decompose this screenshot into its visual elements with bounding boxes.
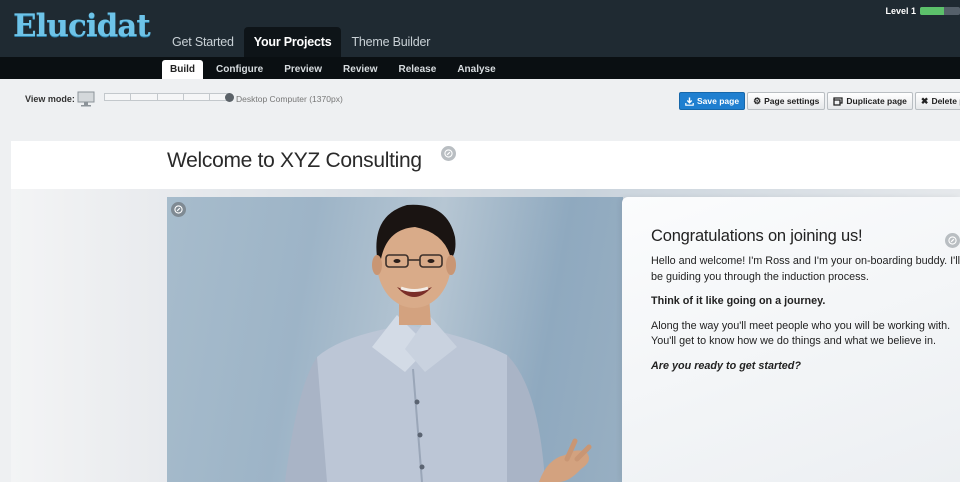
card-paragraph-3: Along the way you'll meet people who you…	[651, 319, 951, 348]
duplicate-page-label: Duplicate page	[846, 96, 907, 106]
edit-photo-icon[interactable]	[171, 202, 186, 217]
app-logo[interactable]: Elucidat	[13, 8, 151, 44]
page-settings-label: Page settings	[764, 96, 820, 106]
save-page-label: Save page	[697, 96, 740, 106]
view-mode-slider[interactable]	[104, 93, 230, 101]
editor-toolbar: View mode: Desktop Computer (1370px) Sav…	[0, 79, 960, 120]
page-title[interactable]: Welcome to XYZ Consulting	[167, 149, 422, 173]
download-icon	[685, 97, 694, 106]
save-page-button[interactable]: Save page	[679, 92, 746, 110]
page-settings-button[interactable]: ⚙ Page settings	[747, 92, 826, 110]
tab-theme-builder[interactable]: Theme Builder	[341, 27, 440, 57]
card-body: Hello and welcome! I'm Ross and I'm your…	[651, 254, 960, 383]
subtab-configure[interactable]: Configure	[208, 60, 271, 79]
card-paragraph-4: Are you ready to get started?	[651, 359, 801, 372]
edit-card-icon[interactable]	[945, 233, 960, 248]
level-progress-bar	[920, 7, 960, 15]
close-icon: ✖	[920, 95, 929, 106]
level-indicator: Level 1	[885, 6, 960, 16]
monitor-icon[interactable]	[77, 91, 95, 107]
top-header: Elucidat Get Started Your Projects Theme…	[0, 0, 960, 57]
card-paragraph-2: Think of it like going on a journey.	[651, 295, 826, 307]
duplicate-icon	[833, 96, 844, 106]
sub-nav: Build Configure Preview Review Release A…	[0, 57, 960, 79]
hero-photo[interactable]	[167, 197, 623, 482]
view-mode-value: Desktop Computer (1370px)	[236, 94, 343, 104]
tab-your-projects[interactable]: Your Projects	[243, 27, 342, 57]
intro-text-card[interactable]: Congratulations on joining us! Hello and…	[622, 197, 960, 482]
delete-page-button[interactable]: ✖ Delete page	[914, 92, 960, 110]
subtab-release[interactable]: Release	[391, 60, 445, 79]
duplicate-page-button[interactable]: Duplicate page	[827, 92, 913, 110]
person-illustration	[285, 204, 592, 482]
delete-page-label: Delete page	[931, 96, 960, 106]
page-preview: Welcome to XYZ Consulting Congratulation…	[11, 141, 960, 482]
page-canvas: Welcome to XYZ Consulting Congratulation…	[0, 120, 960, 482]
view-mode-slider-handle[interactable]	[225, 93, 234, 102]
main-tabs: Get Started Your Projects Theme Builder	[162, 27, 440, 57]
edit-title-icon[interactable]	[441, 146, 456, 161]
page-actions: Save page ⚙ Page settings Duplicate page…	[679, 92, 960, 110]
level-progress-fill	[920, 7, 944, 15]
tab-get-started[interactable]: Get Started	[162, 27, 244, 57]
level-label: Level 1	[885, 6, 916, 16]
card-heading: Congratulations on joining us!	[651, 227, 863, 245]
view-mode-label: View mode:	[25, 94, 75, 104]
gear-icon: ⚙	[753, 95, 762, 106]
card-paragraph-1: Hello and welcome! I'm Ross and I'm your…	[651, 255, 960, 283]
subtab-build[interactable]: Build	[162, 60, 203, 79]
subtab-review[interactable]: Review	[335, 60, 385, 79]
subtab-preview[interactable]: Preview	[276, 60, 330, 79]
hero-section: Congratulations on joining us! Hello and…	[11, 189, 960, 482]
subtab-analyse[interactable]: Analyse	[449, 60, 503, 79]
